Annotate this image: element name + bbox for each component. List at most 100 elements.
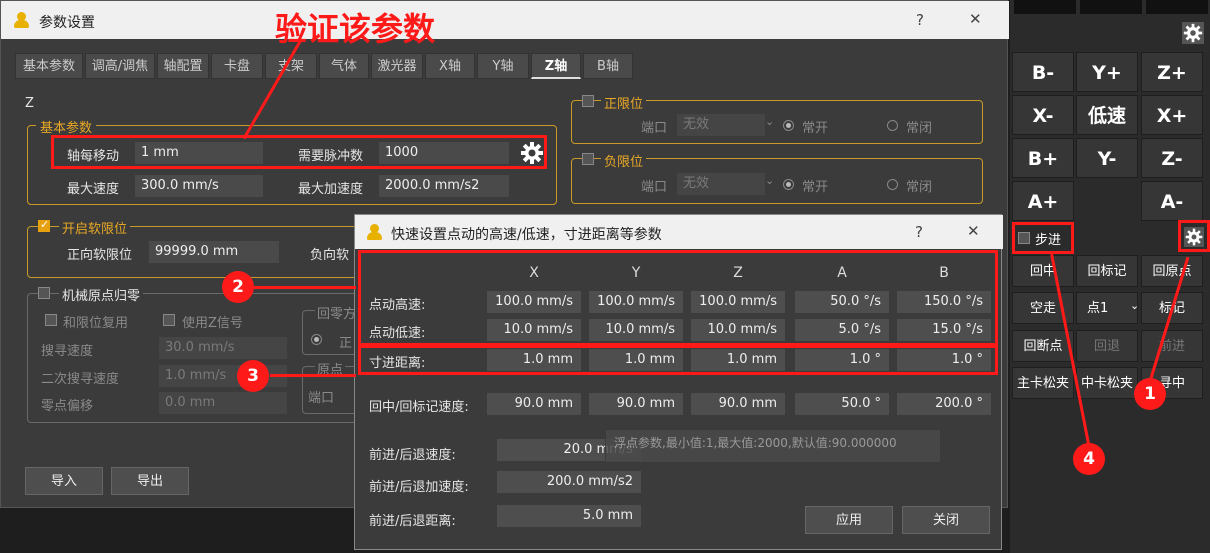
pos-normal-open-radio[interactable] xyxy=(783,120,794,131)
group-title: 基本参数 xyxy=(36,117,97,136)
home-port-label: 端口 xyxy=(308,391,335,406)
tooltip: 浮点参数,最小值:1,最大值:2000,默认值:90.000000 xyxy=(605,429,941,463)
export-button[interactable]: 导出 xyxy=(111,467,189,495)
back-button[interactable]: 回退 xyxy=(1076,330,1138,362)
help-button[interactable]: ? xyxy=(916,11,924,29)
help-button[interactable]: ? xyxy=(915,223,923,241)
jog-y-plus[interactable]: Y+ xyxy=(1076,52,1138,92)
fwd-accel-label: 前进/后退加速度: xyxy=(369,480,469,495)
param-cell[interactable]: 90.0 mm xyxy=(487,393,581,415)
jog-x-minus[interactable]: X- xyxy=(1012,95,1074,135)
max-speed-input[interactable]: 300.0 mm/s xyxy=(135,175,263,197)
param-cell[interactable]: 90.0 mm xyxy=(691,393,785,415)
status-bar xyxy=(1146,0,1208,14)
pos-soft-limit-label: 正向软限位 xyxy=(67,248,133,263)
use-z-label: 使用Z信号 xyxy=(182,316,243,331)
window-title: 参数设置 xyxy=(39,15,95,31)
neg-limit-port-select[interactable]: 无效 xyxy=(677,173,765,195)
pos-limit-port-label: 端口 xyxy=(641,121,668,136)
tab-z-axis[interactable]: Z轴 xyxy=(531,53,581,79)
tab-b-axis[interactable]: B轴 xyxy=(583,53,633,79)
neg-limit-port-label: 端口 xyxy=(641,180,668,195)
pos-normal-close-radio[interactable] xyxy=(887,120,898,131)
return-origin-button[interactable]: 回原点 xyxy=(1141,255,1203,287)
search-speed-label: 搜寻速度 xyxy=(41,344,94,359)
jog-b-minus[interactable]: B- xyxy=(1012,52,1074,92)
status-bar xyxy=(1080,0,1142,14)
limit-reuse-checkbox[interactable] xyxy=(45,314,57,326)
param-cell[interactable]: 200.0 ° xyxy=(897,393,991,415)
max-accel-input[interactable]: 2000.0 mm/s2 xyxy=(379,175,509,197)
highlight-speeds xyxy=(358,250,998,346)
tab-chuck[interactable]: 卡盘 xyxy=(211,53,263,79)
arrow-2 xyxy=(254,286,356,289)
param-cell[interactable]: 90.0 mm xyxy=(589,393,683,415)
neg-limit-checkbox[interactable] xyxy=(582,153,594,165)
zero-offset-input[interactable]: 0.0 mm xyxy=(159,392,287,414)
close-button[interactable]: ✕ xyxy=(969,10,982,28)
pos-limit-checkbox[interactable] xyxy=(582,95,594,107)
return-mark-button[interactable]: 回标记 xyxy=(1076,255,1138,287)
second-search-label: 二次搜寻速度 xyxy=(41,372,120,387)
jog-y-minus[interactable]: Y- xyxy=(1076,138,1138,178)
jog-b-plus[interactable]: B+ xyxy=(1012,138,1074,178)
mid-chuck-button[interactable]: 中卡松夹 xyxy=(1076,367,1138,399)
jog-a-minus[interactable]: A- xyxy=(1141,181,1203,221)
jog-low-speed[interactable]: 低速 xyxy=(1076,95,1138,135)
jog-z-minus[interactable]: Z- xyxy=(1141,138,1203,178)
tab-laser[interactable]: 激光器 xyxy=(371,53,423,79)
import-button[interactable]: 导入 xyxy=(25,467,103,495)
pos-limit-title: 正限位 xyxy=(601,93,647,112)
neg-normal-open-radio[interactable] xyxy=(783,179,794,190)
tab-y-axis[interactable]: Y轴 xyxy=(477,53,529,79)
neg-soft-limit-label: 负向软 xyxy=(310,248,350,263)
soft-limit-checkbox[interactable] xyxy=(38,218,50,232)
home-dir-radio[interactable] xyxy=(311,334,322,345)
neg-normal-close-radio[interactable] xyxy=(887,179,898,190)
max-speed-label: 最大速度 xyxy=(67,182,120,197)
neg-limit-title: 负限位 xyxy=(601,151,647,170)
search-speed-input[interactable]: 30.0 mm/s xyxy=(159,337,287,359)
close-button[interactable]: ✕ xyxy=(967,222,980,240)
user-icon xyxy=(367,224,382,240)
apply-button[interactable]: 应用 xyxy=(805,506,893,534)
chevron-down-icon: ⌄ xyxy=(765,115,775,128)
zero-offset-label: 零点偏移 xyxy=(41,399,94,414)
tab-basic[interactable]: 基本参数 xyxy=(15,53,83,79)
fwd-dist-input[interactable]: 5.0 mm xyxy=(497,505,641,527)
max-accel-label: 最大加速度 xyxy=(298,182,364,197)
tab-axis-config[interactable]: 轴配置 xyxy=(157,53,209,79)
tab-x-axis[interactable]: X轴 xyxy=(425,53,475,79)
tab-gas[interactable]: 气体 xyxy=(319,53,369,79)
pos-soft-limit-input[interactable]: 99999.0 mm xyxy=(149,241,279,263)
homing-checkbox[interactable] xyxy=(38,287,50,299)
badge-3: 3 xyxy=(237,360,269,392)
gear-icon[interactable] xyxy=(1182,22,1204,44)
row-label: 回中/回标记速度: xyxy=(369,400,469,415)
point-select[interactable]: 点1 xyxy=(1076,292,1138,324)
neg-normal-close-label: 常闭 xyxy=(906,180,933,195)
jog-a-plus[interactable]: A+ xyxy=(1012,181,1074,221)
fwd-accel-input[interactable]: 200.0 mm/s2 xyxy=(497,471,641,493)
fwd-speed-label: 前进/后退速度: xyxy=(369,448,456,463)
home-dir-label: 回零方 xyxy=(315,303,359,322)
return-center-button[interactable]: 回中 xyxy=(1012,255,1074,287)
return-breakpoint-button[interactable]: 回断点 xyxy=(1012,330,1074,362)
badge-4: 4 xyxy=(1073,443,1105,475)
dialog-title-bar: 快速设置点动的高速/低速，寸进距离等参数 ? ✕ xyxy=(355,215,1003,249)
pos-limit-port-select[interactable]: 无效 xyxy=(677,114,765,136)
highlight-step-check xyxy=(1012,222,1074,254)
main-chuck-button[interactable]: 主卡松夹 xyxy=(1012,367,1074,399)
close-dialog-button[interactable]: 关闭 xyxy=(902,506,990,534)
title-bar: 参数设置 ? ✕ xyxy=(1,1,1009,39)
forward-button[interactable]: 前进 xyxy=(1141,330,1203,362)
use-z-checkbox[interactable] xyxy=(163,314,175,326)
jog-x-plus[interactable]: X+ xyxy=(1141,95,1203,135)
pos-normal-open-label: 常开 xyxy=(802,121,829,136)
dialog-title: 快速设置点动的高速/低速，寸进距离等参数 xyxy=(391,227,662,243)
param-cell[interactable]: 50.0 ° xyxy=(795,393,889,415)
tab-height[interactable]: 调高/调焦 xyxy=(85,53,155,79)
chevron-down-icon: ⌄ xyxy=(1130,299,1140,312)
fwd-dist-label: 前进/后退距离: xyxy=(369,514,456,529)
jog-z-plus[interactable]: Z+ xyxy=(1141,52,1203,92)
